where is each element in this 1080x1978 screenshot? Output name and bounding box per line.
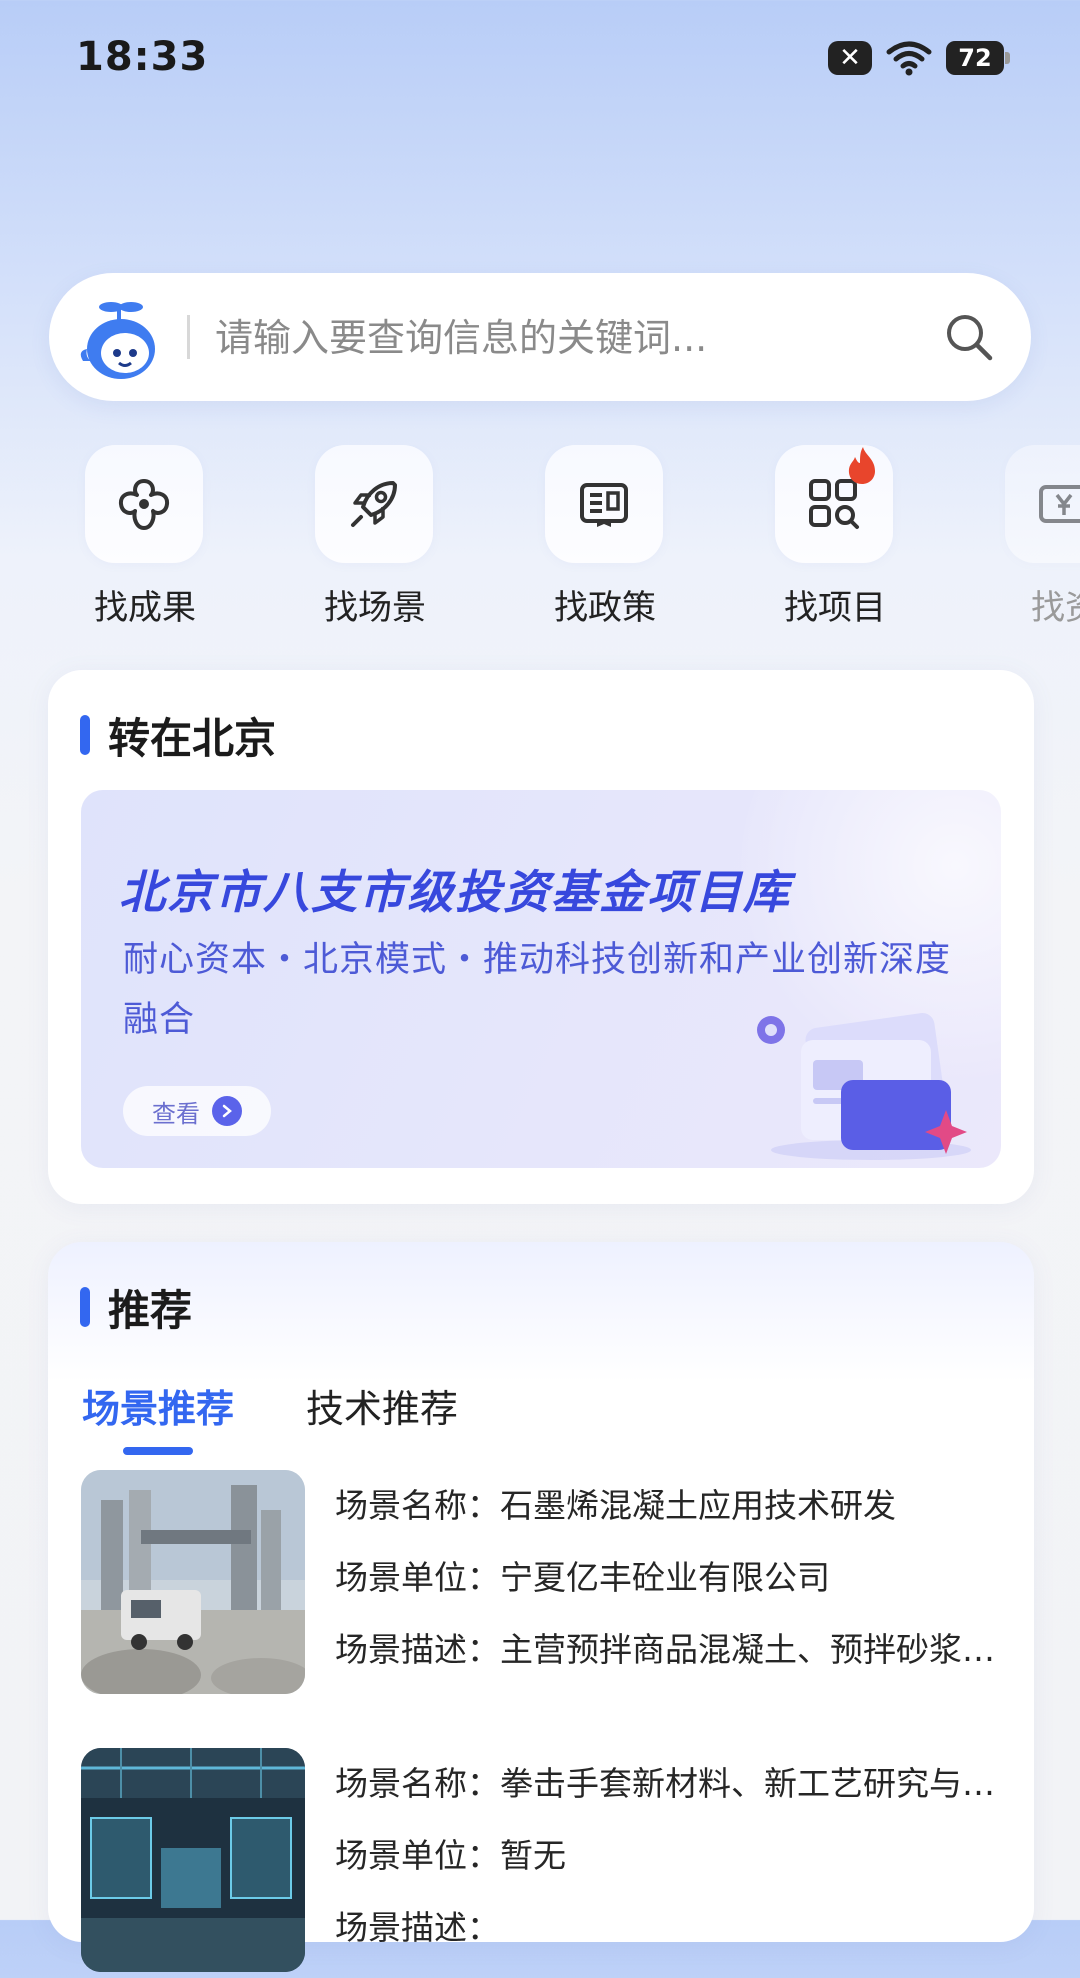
recommend-title: 推荐 (108, 1285, 193, 1335)
quick-label: 找成果 (94, 588, 196, 625)
close-notification-icon: ✕ (828, 41, 872, 75)
quick-icon-box (545, 445, 663, 563)
view-button-label: 查看 (152, 1099, 200, 1128)
quick-item-find-results[interactable]: 找成果 (45, 445, 245, 625)
battery-level: 72 (958, 44, 992, 72)
scene-unit-line: 场景单位：宁夏亿丰砼业有限公司 (335, 1542, 995, 1614)
tab-tech-recommend[interactable]: 技术推荐 (306, 1378, 458, 1455)
scene-unit-label: 场景单位： (335, 1836, 500, 1875)
scene-unit: 宁夏亿丰砼业有限公司 (500, 1558, 830, 1597)
concrete-plant-image (81, 1470, 305, 1694)
status-icons: ✕ 72 (828, 40, 1010, 76)
scene-desc: 主营预拌商品混凝土、预拌砂浆的生产与销售 (500, 1630, 995, 1669)
mascot-logo-icon (80, 302, 155, 379)
fund-banner[interactable]: 北京市八支市级投资基金项目库 耐心资本・北京模式・推动科技创新和产业创新深度融合… (81, 790, 1001, 1168)
search-icon[interactable] (943, 311, 995, 363)
chevron-right-icon (212, 1096, 242, 1126)
cloud-flower-icon (118, 479, 170, 530)
scene-name-line: 场景名称：石墨烯混凝土应用技术研发 (335, 1470, 995, 1542)
title-accent-bar (80, 1287, 90, 1327)
recommend-card: 推荐 场景推荐 技术推荐 场景名称：石墨烯混凝土应用技术研发 场景单位：宁夏亿丰… (48, 1242, 1034, 1972)
quick-icon-box (85, 445, 203, 563)
quick-icon-box (1005, 445, 1080, 563)
section-title: 转在北京 (80, 712, 276, 763)
quick-label: 找政策 (554, 588, 656, 625)
scene-thumbnail (81, 1470, 305, 1694)
section-title: 推荐 (80, 1284, 192, 1335)
scene-info: 场景名称：石墨烯混凝土应用技术研发 场景单位：宁夏亿丰砼业有限公司 场景描述：主… (335, 1470, 995, 1686)
wifi-icon (886, 41, 932, 76)
status-time: 18:33 (76, 34, 209, 80)
fire-hot-icon (848, 447, 875, 484)
recommend-tabs: 场景推荐 技术推荐 (82, 1378, 458, 1455)
list-item[interactable]: 场景名称：拳击手套新材料、新工艺研究与开发 场景单位：暂无 场景描述： (81, 1748, 1001, 1978)
folder-illustration-icon (757, 1013, 971, 1160)
status-bar: 18:33 ✕ 72 (0, 0, 1080, 120)
list-item[interactable]: 场景名称：石墨烯混凝土应用技术研发 场景单位：宁夏亿丰砼业有限公司 场景描述：主… (81, 1470, 1001, 1700)
quick-item-find-policy[interactable]: 找政策 (505, 445, 705, 625)
scene-desc-line: 场景描述： (335, 1892, 995, 1964)
quick-nav: 找成果 找场景 找政策 找项目 找 (0, 445, 1080, 625)
scene-thumbnail (81, 1748, 305, 1972)
search-bar[interactable] (49, 273, 1031, 401)
scene-desc-label: 场景描述： (335, 1630, 500, 1669)
scene-name: 石墨烯混凝土应用技术研发 (500, 1486, 896, 1525)
banner-title: 北京市八支市级投资基金项目库 (119, 865, 791, 919)
scene-name: 拳击手套新材料、新工艺研究与开发 (500, 1764, 995, 1803)
scene-name-line: 场景名称：拳击手套新材料、新工艺研究与开发 (335, 1748, 995, 1820)
search-divider (187, 315, 190, 359)
scene-unit: 暂无 (500, 1836, 566, 1875)
battery-icon: 72 (946, 41, 1010, 75)
quick-icon-box (315, 445, 433, 563)
beijing-title: 转在北京 (108, 713, 277, 763)
title-accent-bar (80, 715, 90, 755)
tab-scene-recommend[interactable]: 场景推荐 (82, 1378, 234, 1455)
scene-unit-line: 场景单位：暂无 (335, 1820, 995, 1892)
quick-item-find-scenes[interactable]: 找场景 (275, 445, 475, 625)
beijing-card: 转在北京 北京市八支市级投资基金项目库 耐心资本・北京模式・推动科技创新和产业创… (48, 670, 1034, 1204)
scene-name-label: 场景名称： (335, 1764, 500, 1803)
scene-desc-line: 场景描述：主营预拌商品混凝土、预拌砂浆的生产与销售 (335, 1614, 995, 1686)
scene-desc-label: 场景描述： (335, 1908, 500, 1947)
quick-item-find-capital[interactable]: 找资 (965, 445, 1080, 625)
quick-label: 找场景 (324, 588, 426, 625)
scene-unit-label: 场景单位： (335, 1558, 500, 1597)
quick-label: 找资 (1031, 588, 1080, 625)
scene-name-label: 场景名称： (335, 1486, 500, 1525)
quick-item-find-projects[interactable]: 找项目 (735, 445, 935, 625)
lab-tech-image (81, 1748, 305, 1972)
view-button[interactable]: 查看 (123, 1086, 271, 1136)
rocket-icon (351, 481, 397, 527)
policy-book-icon (580, 483, 628, 527)
quick-label: 找项目 (784, 588, 886, 625)
scene-info: 场景名称：拳击手套新材料、新工艺研究与开发 场景单位：暂无 场景描述： (335, 1748, 995, 1964)
search-input[interactable] (213, 303, 917, 373)
yen-card-icon (1039, 485, 1080, 523)
